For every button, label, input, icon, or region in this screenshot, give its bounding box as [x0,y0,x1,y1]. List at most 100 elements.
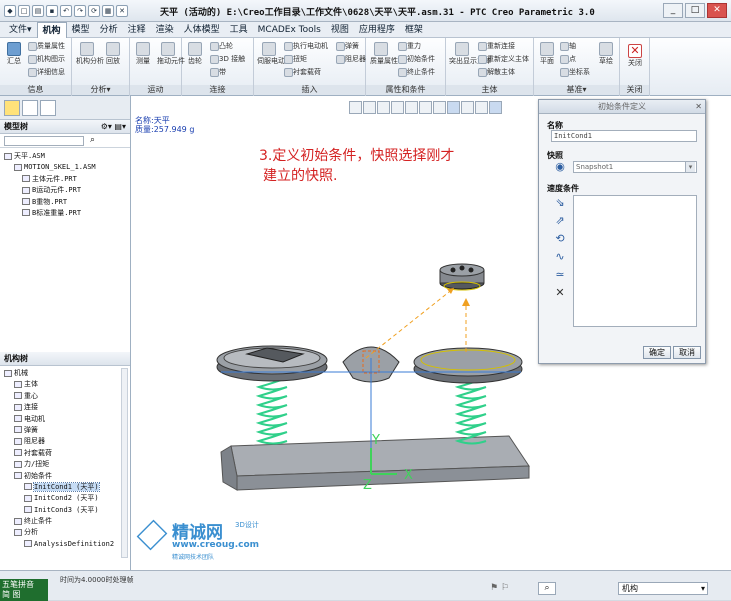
3d-contact-button[interactable]: 3D 接触 [210,54,245,64]
motion-axis-velocity-icon[interactable]: ⇗ [553,214,567,228]
tab-annotate[interactable]: 注释 [123,22,151,38]
open-icon[interactable]: ▤ [32,4,44,17]
mech-tree-item[interactable]: 初始条件 [0,471,120,482]
mech-display-button[interactable]: 机构图示 [28,54,65,64]
damper-button[interactable]: 阻尼器 [336,54,366,64]
bushing-load-button[interactable]: 衬套载荷 [284,67,321,77]
mech-tree-item[interactable]: 弹簧 [0,425,120,436]
undo-icon[interactable]: ↶ [60,4,72,17]
tree-item[interactable]: 主体元件.PRT [0,174,130,185]
evaluate-icon[interactable]: ≃ [553,268,567,282]
snapshot-select[interactable]: Snapshot1 ▾ [573,161,697,173]
force-motor-button[interactable]: 执行电动机 [284,41,328,51]
tab-file[interactable]: 文件▾ [4,22,37,38]
plane-button[interactable]: 平面 [537,42,557,66]
reconnect-button[interactable]: 重新连接 [478,41,515,51]
ok-button[interactable]: 确定 [643,346,671,359]
tab-render[interactable]: 渲染 [151,22,179,38]
details-button[interactable]: 详细信息 [28,67,65,77]
close-mechanism-button[interactable]: ✕ 关闭 [624,44,646,68]
ime-indicator[interactable]: 五笔拼音简 图 [0,579,48,601]
belt-button[interactable]: 带 [210,67,226,77]
angular-velocity-icon[interactable]: ⟲ [553,232,567,246]
mech-tree-item[interactable]: 重心 [0,391,120,402]
initial-condition-button[interactable]: 初始条件 [398,54,435,64]
tab-manikin[interactable]: 人体模型 [179,22,225,38]
find-icon[interactable]: ⌕ [90,135,95,145]
torque-button[interactable]: 扭矩 [284,54,307,64]
tree-item[interactable]: B运动元件.PRT [0,185,130,196]
tree-search-input[interactable] [4,136,84,146]
tab-tools[interactable]: 工具 [225,22,253,38]
mech-tree-item[interactable]: 力/扭矩 [0,459,120,470]
tab-mcadex[interactable]: MCADEx Tools [253,22,326,38]
mech-tree-item[interactable]: 机械 [0,368,120,379]
gears-button[interactable]: 齿轮 [185,42,205,66]
tab-view[interactable]: 视图 [326,22,354,38]
mech-tree-item[interactable]: AnalysisDefinition2 [0,539,120,550]
gravity-button[interactable]: 重力 [398,41,421,51]
spring-button[interactable]: 弹簧 [336,41,359,51]
maximize-button[interactable]: □ [685,3,705,18]
measure-button[interactable]: 测量 [133,42,153,66]
tangent-slot-velocity-icon[interactable]: ∿ [553,250,567,264]
name-field[interactable]: InitCond1 [551,130,697,142]
mech-tree-item[interactable]: 阻尼器 [0,436,120,447]
mech-analysis-button[interactable]: 机构分析 [76,42,104,66]
tab-analysis[interactable]: 分析 [95,22,123,38]
mech-tree-item[interactable]: 主体 [0,379,120,390]
mass-properties-button[interactable]: 质量属性 [370,42,398,66]
drag-components-button[interactable]: 拖动元件 [157,42,185,66]
dialog-close-icon[interactable]: ✕ [695,100,702,114]
delete-icon[interactable]: ✕ [553,286,567,300]
minimize-button[interactable]: _ [663,3,683,18]
mech-tree-item[interactable]: 衬套载荷 [0,448,120,459]
tree-item[interactable]: 天平.ASM [0,151,130,162]
mech-tree-item[interactable]: 分析 [0,527,120,538]
redefine-bodies-button[interactable]: 重新定义主体 [478,54,529,64]
mech-tree-item[interactable]: InitCond2 (天平) [0,493,120,504]
mech-tree-item[interactable]: InitCond1 (天平) [0,481,120,493]
flag-icon[interactable]: ⚑ ⚐ [490,583,509,593]
cancel-button[interactable]: 取消 [673,346,701,359]
playback-button[interactable]: 回放 [102,42,124,66]
redo-icon[interactable]: ↷ [74,4,86,17]
tree-settings-icon[interactable]: ⚙▾ ▤▾ [101,120,126,134]
mech-tree-item[interactable]: 连接 [0,402,120,413]
termination-condition-button[interactable]: 终止条件 [398,67,435,77]
tab-mechanism[interactable]: 机构 [36,21,67,38]
tree-item[interactable]: B重物.PRT [0,197,130,208]
tree-tab-icon[interactable] [4,100,20,116]
axis-button[interactable]: 轴 [560,41,576,51]
tab-framework[interactable]: 框架 [400,22,428,38]
servo-motor-button[interactable]: 伺服电动机 [257,42,292,66]
windows-icon[interactable]: ▦ [102,4,114,17]
mech-tree-scrollbar[interactable] [121,368,128,558]
tree-item[interactable]: MOTION_SKEL_1.ASM [0,162,130,173]
folder-tab-icon[interactable] [22,100,38,116]
find-button[interactable]: ⌕ [538,582,556,595]
save-icon[interactable]: ▪ [46,4,58,17]
mech-tree-item[interactable]: InitCond3 (天平) [0,505,120,516]
mass-props-button[interactable]: 质量属性 [28,41,65,51]
tab-applications[interactable]: 应用程序 [354,22,400,38]
mech-tree-item[interactable]: 终止条件 [0,516,120,527]
dissolve-bodies-button[interactable]: 解散主体 [478,67,515,77]
close-button[interactable]: ✕ [707,3,727,18]
regenerate-icon[interactable]: ⟳ [88,4,100,17]
camera-icon[interactable]: ◉ [553,160,567,174]
cam-button[interactable]: 凸轮 [210,41,233,51]
selection-filter[interactable]: 机构 ▾ [618,582,708,595]
summary-button[interactable]: 汇总 [4,42,24,66]
coordsys-button[interactable]: 坐标系 [560,67,590,77]
tree-item[interactable]: B标准重量.PRT [0,208,130,219]
highlight-bodies-button[interactable]: 突出显示主体 [449,42,491,66]
favorites-tab-icon[interactable] [40,100,56,116]
tab-model[interactable]: 模型 [67,22,95,38]
sketch-button[interactable]: 草绘 [596,42,616,66]
close-window-icon[interactable]: ✕ [116,4,128,17]
velocity-conditions-list[interactable] [573,195,697,327]
mech-tree-item[interactable]: 电动机 [0,414,120,425]
point-velocity-icon[interactable]: ⇘ [553,196,567,210]
point-button[interactable]: 点 [560,54,576,64]
